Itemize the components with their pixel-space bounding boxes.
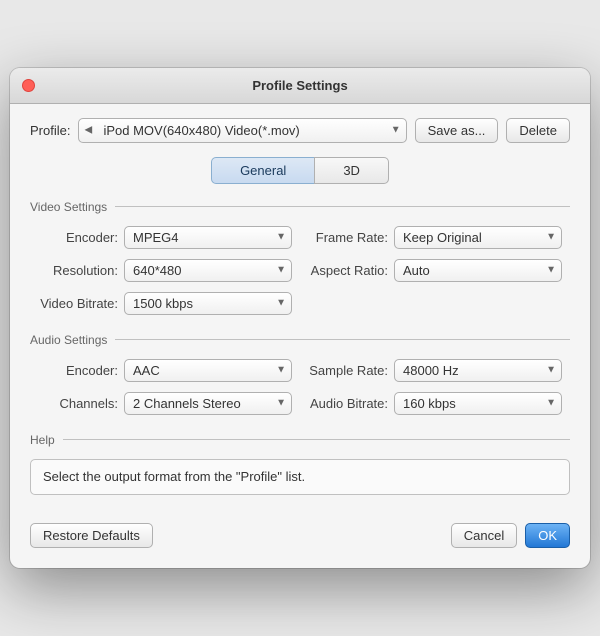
cancel-button[interactable]: Cancel [451,523,517,548]
resolution-select-wrapper: 640*480 ▼ [124,259,292,282]
profile-row: Profile: ◀ iPod MOV(640x480) Video(*.mov… [30,118,570,143]
bottom-bar: Restore Defaults Cancel OK [30,513,570,548]
help-title: Help [30,433,55,447]
audio-fields-grid: Encoder: AAC ▼ Sample Rate: 48000 Hz [30,359,570,415]
audio-encoder-select[interactable]: AAC [124,359,292,382]
sample-rate-select[interactable]: 48000 Hz [394,359,562,382]
bottom-right-buttons: Cancel OK [451,523,570,548]
title-bar: Profile Settings [10,68,590,104]
encoder-field-row: Encoder: MPEG4 ▼ [38,226,292,249]
encoder-select[interactable]: MPEG4 [124,226,292,249]
audio-settings-header: Audio Settings [30,333,570,347]
help-header: Help [30,433,570,447]
profile-select-wrapper: ◀ iPod MOV(640x480) Video(*.mov) ▼ [78,118,406,143]
restore-defaults-button[interactable]: Restore Defaults [30,523,153,548]
profile-select[interactable]: iPod MOV(640x480) Video(*.mov) [78,118,406,143]
encoder-select-wrapper: MPEG4 ▼ [124,226,292,249]
resolution-select[interactable]: 640*480 [124,259,292,282]
help-text: Select the output format from the "Profi… [43,468,557,486]
video-bitrate-label: Video Bitrate: [38,296,118,311]
audio-encoder-field-row: Encoder: AAC ▼ [38,359,292,382]
audio-settings-divider [115,339,570,340]
frame-rate-select[interactable]: Keep Original [394,226,562,249]
channels-select-wrapper: 2 Channels Stereo ▼ [124,392,292,415]
channels-select[interactable]: 2 Channels Stereo [124,392,292,415]
audio-settings-title: Audio Settings [30,333,107,347]
sample-rate-select-wrapper: 48000 Hz ▼ [394,359,562,382]
video-settings-header: Video Settings [30,200,570,214]
audio-bitrate-label: Audio Bitrate: [308,396,388,411]
audio-settings-section: Audio Settings Encoder: AAC ▼ Sample R [30,333,570,415]
help-divider [63,439,570,440]
video-settings-title: Video Settings [30,200,107,214]
profile-label: Profile: [30,123,70,138]
audio-encoder-select-wrapper: AAC ▼ [124,359,292,382]
window-title: Profile Settings [252,78,347,93]
aspect-ratio-field-row: Aspect Ratio: Auto ▼ [308,259,562,282]
audio-bitrate-select[interactable]: 160 kbps [394,392,562,415]
video-fields-grid: Encoder: MPEG4 ▼ Frame Rate: Keep Origin… [30,226,570,315]
channels-label: Channels: [38,396,118,411]
aspect-ratio-select[interactable]: Auto [394,259,562,282]
delete-button[interactable]: Delete [506,118,570,143]
video-bitrate-select[interactable]: 1500 kbps [124,292,292,315]
aspect-ratio-label: Aspect Ratio: [308,263,388,278]
video-settings-divider [115,206,570,207]
help-box: Select the output format from the "Profi… [30,459,570,495]
video-bitrate-field-row: Video Bitrate: 1500 kbps ▼ [38,292,292,315]
ok-button[interactable]: OK [525,523,570,548]
video-bitrate-select-wrapper: 1500 kbps ▼ [124,292,292,315]
channels-field-row: Channels: 2 Channels Stereo ▼ [38,392,292,415]
frame-rate-field-row: Frame Rate: Keep Original ▼ [308,226,562,249]
audio-encoder-label: Encoder: [38,363,118,378]
frame-rate-select-wrapper: Keep Original ▼ [394,226,562,249]
close-button[interactable] [22,79,35,92]
resolution-label: Resolution: [38,263,118,278]
main-content: Profile: ◀ iPod MOV(640x480) Video(*.mov… [10,104,590,568]
sample-rate-label: Sample Rate: [308,363,388,378]
tab-3d[interactable]: 3D [314,157,389,184]
video-settings-section: Video Settings Encoder: MPEG4 ▼ Frame [30,200,570,315]
save-as-button[interactable]: Save as... [415,118,499,143]
aspect-ratio-select-wrapper: Auto ▼ [394,259,562,282]
help-section: Help Select the output format from the "… [30,433,570,495]
profile-settings-window: Profile Settings Profile: ◀ iPod MOV(640… [10,68,590,568]
video-placeholder [308,292,562,315]
encoder-label: Encoder: [38,230,118,245]
tab-general[interactable]: General [211,157,314,184]
audio-bitrate-select-wrapper: 160 kbps ▼ [394,392,562,415]
audio-bitrate-field-row: Audio Bitrate: 160 kbps ▼ [308,392,562,415]
frame-rate-label: Frame Rate: [308,230,388,245]
sample-rate-field-row: Sample Rate: 48000 Hz ▼ [308,359,562,382]
resolution-field-row: Resolution: 640*480 ▼ [38,259,292,282]
tab-group: General 3D [30,157,570,184]
